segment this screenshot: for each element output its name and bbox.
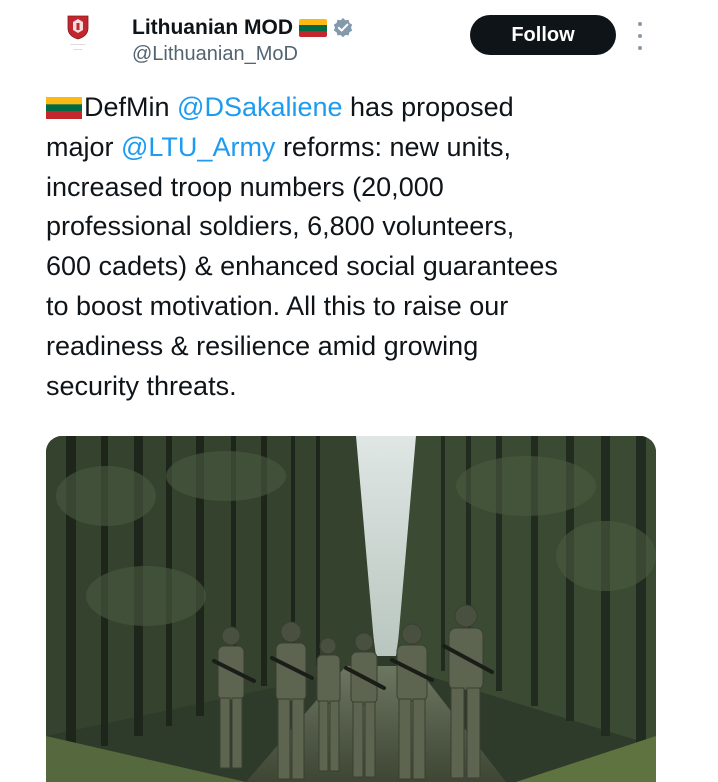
follow-button[interactable]: Follow (470, 15, 616, 55)
tweet-text-segment: reforms: new units, (275, 131, 512, 162)
account-names: Lithuanian MOD @Lithuanian_MoD (132, 14, 354, 66)
tweet-text-segment: major (46, 131, 122, 162)
lithuania-flag-icon (299, 19, 327, 37)
avatar-caption: ───── ─── (70, 42, 86, 52)
tweet-text: DefMin @DSakaliene has proposed major @L… (46, 88, 686, 406)
lithuania-flag-icon (46, 97, 82, 119)
tweet-card: ───── ─── Lithuanian MOD @Lithuanian_MoD … (0, 0, 718, 782)
tweet-line: DefMin @DSakaliene has proposed (46, 88, 686, 128)
tweet-text-segment: has proposed (342, 92, 514, 122)
more-dot (638, 22, 642, 26)
tweet-line: increased troop numbers (20,000 (46, 171, 444, 202)
tweet-line: readiness & resilience amid growing (46, 330, 479, 361)
account-handle[interactable]: @Lithuanian_MoD (132, 43, 354, 66)
more-vertical-icon[interactable] (632, 22, 648, 50)
avatar[interactable]: ───── ─── (48, 14, 108, 70)
display-name[interactable]: Lithuanian MOD (132, 16, 293, 40)
mention-link-dsakaliene[interactable]: @DSakaliene (177, 92, 343, 122)
more-dot (638, 46, 642, 50)
tweet-line: major @LTU_Army reforms: new units, (46, 128, 686, 168)
tweet-line: professional soldiers, 6,800 volunteers, (46, 211, 515, 242)
mention-link-ltu-army[interactable]: @LTU_Army (121, 132, 275, 162)
tweet-line: security threats. (46, 370, 237, 401)
display-name-row: Lithuanian MOD (132, 14, 354, 42)
tweet-photo[interactable] (46, 436, 656, 782)
lithuanian-mod-emblem-icon (67, 15, 89, 40)
tweet-line: to boost motivation. All this to raise o… (46, 290, 509, 321)
tweet-text-segment: DefMin (84, 92, 178, 122)
verified-badge-icon (333, 18, 353, 38)
tweet-line: 600 cadets) & enhanced social guarantees (46, 251, 558, 282)
forest-soldiers-photo (46, 436, 656, 782)
more-dot (638, 34, 642, 38)
